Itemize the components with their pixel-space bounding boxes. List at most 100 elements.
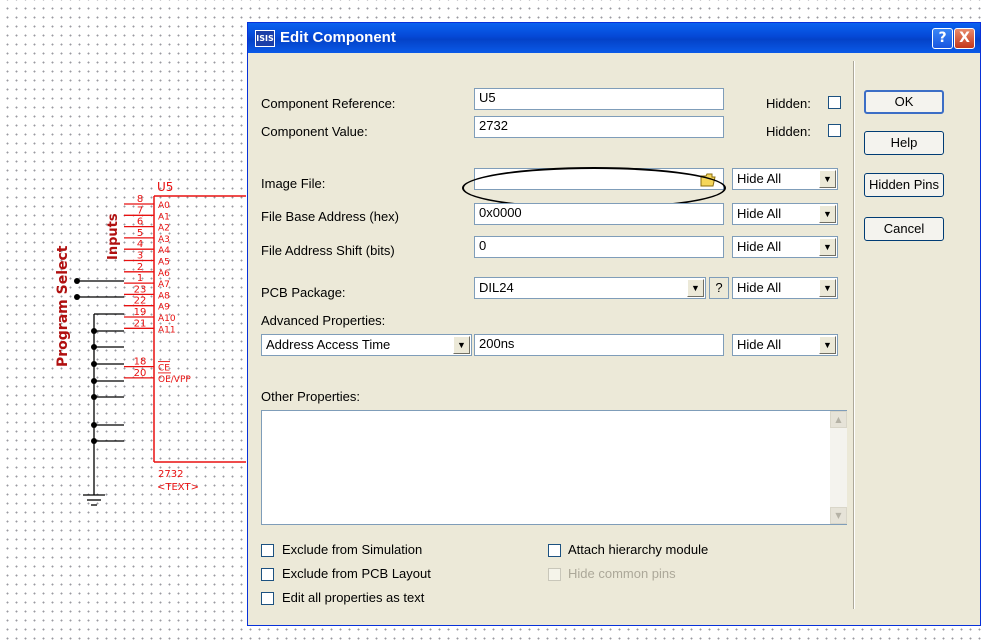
scroll-down-icon[interactable]: ▼ [830, 507, 847, 524]
chevron-down-icon[interactable]: ▼ [453, 336, 470, 354]
pcb-package-select[interactable]: DIL24 ▼ [474, 277, 706, 299]
chip-reference-label: U5 [157, 180, 173, 194]
other-properties-label: Other Properties: [261, 389, 360, 404]
program-select-label: Program Select [55, 245, 71, 367]
close-icon[interactable]: X [954, 28, 975, 49]
chevron-down-icon[interactable]: ▼ [819, 279, 836, 297]
pin-name: OE/VPP [158, 375, 191, 385]
value-hidden-checkbox[interactable] [828, 124, 841, 137]
advanced-properties-label: Advanced Properties: [261, 313, 386, 328]
advanced-property-visibility-select[interactable]: Hide All ▼ [732, 334, 838, 356]
pin-name: A0 [158, 201, 170, 211]
file-base-address-input[interactable]: 0x0000 [474, 203, 724, 225]
component-value-label: Component Value: [261, 124, 368, 139]
exclude-pcb-checkbox[interactable] [261, 568, 274, 581]
pin-name: A4 [158, 246, 170, 256]
dialog-title: Edit Component [280, 29, 396, 46]
file-base-address-visibility-value: Hide All [737, 206, 782, 221]
value-hidden-label: Hidden: [766, 124, 811, 139]
image-file-label: Image File: [261, 176, 326, 191]
pin-name: CE [158, 364, 170, 374]
pin-name: A6 [158, 269, 170, 279]
pin-name: A2 [158, 224, 170, 234]
pin-number: 2 [137, 262, 143, 273]
hide-common-pins-checkbox [548, 568, 561, 581]
file-address-shift-input[interactable]: 0 [474, 236, 724, 258]
chip-pins: 8 A0 7 A1 6 A2 5 A3 4 A4 3 A5 2 A6 1 A7 23 A8 22 A9 19 A10 21 A… [124, 194, 191, 385]
pin-number: 19 [134, 307, 147, 318]
help-button[interactable]: Help [864, 131, 944, 155]
other-properties-textarea[interactable] [261, 410, 847, 525]
pin-number: 18 [134, 357, 147, 368]
pin-name: A9 [158, 303, 170, 313]
reference-hidden-checkbox[interactable] [828, 96, 841, 109]
chevron-down-icon[interactable]: ▼ [819, 336, 836, 354]
schematic-canvas[interactable]: U5 8 A0 7 A1 6 A2 5 A3 4 A4 3 A5 2 A6 1 A7 23 A8 22 A9 19 A10… [0, 0, 250, 643]
pin-number: 20 [134, 368, 147, 379]
exclude-simulation-label[interactable]: Exclude from Simulation [282, 542, 422, 557]
pcb-package-visibility-value: Hide All [737, 280, 782, 295]
chip-value-label: 2732 [158, 469, 183, 480]
pin-name: A5 [158, 258, 170, 268]
attach-hierarchy-checkbox[interactable] [548, 544, 561, 557]
chip-text-tag: <TEXT> [157, 482, 199, 493]
pcb-package-help-button[interactable]: ? [709, 277, 729, 299]
reference-hidden-label: Hidden: [766, 96, 811, 111]
component-reference-input[interactable]: U5 [474, 88, 724, 110]
file-base-address-label: File Base Address (hex) [261, 209, 400, 224]
vertical-separator [853, 61, 855, 609]
hidden-pins-button[interactable]: Hidden Pins [864, 173, 944, 197]
pcb-package-visibility-select[interactable]: Hide All ▼ [732, 277, 838, 299]
pin-number: 5 [137, 228, 143, 239]
pin-number: 8 [137, 194, 143, 205]
component-reference-label: Component Reference: [261, 96, 396, 111]
pin-number: 1 [137, 273, 143, 284]
file-address-shift-visibility-value: Hide All [737, 239, 782, 254]
pin-name: A7 [158, 280, 170, 290]
pin-name: A1 [158, 212, 170, 222]
hide-common-pins-label: Hide common pins [568, 566, 676, 581]
chevron-down-icon[interactable]: ▼ [687, 279, 704, 297]
exclude-pcb-label[interactable]: Exclude from PCB Layout [282, 566, 431, 581]
dialog-titlebar[interactable]: ISIS Edit Component ? X [248, 23, 980, 53]
pin-number: 6 [137, 217, 143, 228]
advanced-property-selected: Address Access Time [266, 337, 391, 352]
help-icon[interactable]: ? [932, 28, 953, 49]
pin-number: 7 [137, 205, 143, 216]
pin-number: 3 [137, 251, 143, 262]
ok-button[interactable]: OK [864, 90, 944, 114]
pcb-package-label: PCB Package: [261, 285, 346, 300]
pin-number: 4 [137, 239, 143, 250]
component-value-input[interactable]: 2732 [474, 116, 724, 138]
chip-u5[interactable]: U5 8 A0 7 A1 6 A2 5 A3 4 A4 3 A5 2 A6 1 A7 23 A8 22 A9 19 A10… [124, 180, 246, 493]
pin-name: A3 [158, 235, 170, 245]
edit-all-text-checkbox[interactable] [261, 592, 274, 605]
edit-component-dialog: ISIS Edit Component ? X Component Refere… [247, 22, 981, 626]
pin-name: A8 [158, 291, 170, 301]
chevron-down-icon[interactable]: ▼ [819, 238, 836, 256]
advanced-property-select[interactable]: Address Access Time ▼ [261, 334, 472, 356]
advanced-property-value-input[interactable]: 200ns [474, 334, 724, 356]
pin-name: A11 [158, 325, 176, 335]
file-address-shift-label: File Address Shift (bits) [261, 243, 395, 258]
pin-name: A10 [158, 314, 176, 324]
file-address-shift-visibility-select[interactable]: Hide All ▼ [732, 236, 838, 258]
pin-number: 22 [134, 296, 147, 307]
image-file-visibility-select[interactable]: Hide All ▼ [732, 168, 838, 190]
scroll-up-icon[interactable]: ▲ [830, 411, 847, 428]
other-properties-scrollbar[interactable]: ▲ ▼ [830, 411, 847, 524]
exclude-simulation-checkbox[interactable] [261, 544, 274, 557]
pin-number: 21 [134, 318, 147, 329]
chevron-down-icon[interactable]: ▼ [819, 205, 836, 223]
app-icon: ISIS [255, 30, 275, 47]
attach-hierarchy-label[interactable]: Attach hierarchy module [568, 542, 708, 557]
cancel-button[interactable]: Cancel [864, 217, 944, 241]
pcb-package-value: DIL24 [479, 280, 514, 295]
program-select-wires [77, 280, 124, 506]
pin-number: 23 [134, 284, 147, 295]
edit-all-text-label[interactable]: Edit all properties as text [282, 590, 424, 605]
image-file-visibility-value: Hide All [737, 171, 782, 186]
chevron-down-icon[interactable]: ▼ [819, 170, 836, 188]
file-base-address-visibility-select[interactable]: Hide All ▼ [732, 203, 838, 225]
inputs-label: Inputs [106, 213, 121, 260]
